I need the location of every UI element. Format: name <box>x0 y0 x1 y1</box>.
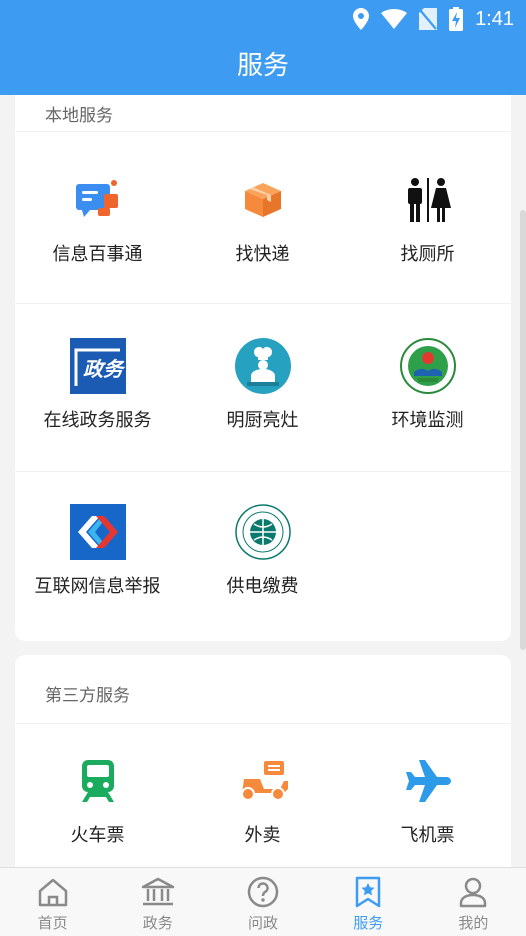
chat-bubbles-icon <box>70 172 126 228</box>
section-title-local: 本地服务 <box>45 106 113 126</box>
service-label: 在线政务服务 <box>43 410 152 431</box>
svg-text:政务: 政务 <box>83 357 126 381</box>
internet-report-icon <box>69 504 126 560</box>
divider <box>15 471 511 472</box>
home-icon <box>37 876 69 908</box>
status-time: 1:41 <box>475 7 514 30</box>
service-find-toilet[interactable]: 找厕所 <box>345 172 510 266</box>
service-internet-report[interactable]: 互联网信息举报 <box>15 504 180 598</box>
local-services-card: 本地服务 信息百事通 找快递 找厕所 政务 在线政务服务 明厨亮灶 环境监测 互… <box>15 95 511 641</box>
environment-emblem-icon <box>399 338 456 394</box>
page-title: 服务 <box>236 51 289 81</box>
service-plane-ticket[interactable]: 飞机票 <box>345 753 510 847</box>
airplane-icon <box>400 753 456 809</box>
scrollbar[interactable] <box>520 210 526 650</box>
tab-inquiry[interactable]: 问政 <box>210 868 315 936</box>
divider <box>15 723 511 724</box>
scooter-delivery-icon <box>235 753 291 809</box>
restroom-icon <box>400 172 456 228</box>
third-party-services-card: 第三方服务 火车票 外卖 飞机票 <box>15 655 511 867</box>
tab-label: 首页 <box>37 914 68 932</box>
government-building-icon <box>141 876 175 908</box>
tab-label: 政务 <box>142 914 173 932</box>
service-label: 互联网信息举报 <box>34 576 161 597</box>
battery-charging-icon <box>449 7 464 31</box>
service-bright-kitchen[interactable]: 明厨亮灶 <box>180 338 345 432</box>
chef-icon <box>234 338 291 394</box>
location-icon <box>353 8 370 30</box>
service-online-government[interactable]: 政务 在线政务服务 <box>15 338 180 432</box>
service-label: 供电缴费 <box>226 576 299 597</box>
tab-label: 服务 <box>353 914 384 932</box>
status-bar: 1:41 <box>0 0 526 38</box>
service-label: 明厨亮灶 <box>226 410 299 431</box>
service-takeout[interactable]: 外卖 <box>180 753 345 847</box>
tab-label: 问政 <box>248 914 279 932</box>
service-environment-monitoring[interactable]: 环境监测 <box>345 338 510 432</box>
wifi-icon <box>381 9 408 29</box>
service-label: 飞机票 <box>400 825 455 846</box>
service-label: 信息百事通 <box>52 244 143 265</box>
header: 服务 <box>0 38 526 95</box>
bookmark-star-icon <box>354 876 382 908</box>
service-train-ticket[interactable]: 火车票 <box>15 753 180 847</box>
government-affairs-icon: 政务 <box>69 338 126 394</box>
tab-label: 我的 <box>458 914 489 932</box>
user-icon <box>458 876 488 908</box>
services-scroll-area[interactable]: 本地服务 信息百事通 找快递 找厕所 政务 在线政务服务 明厨亮灶 环境监测 互… <box>0 95 526 867</box>
divider <box>15 131 511 132</box>
service-info-baishitong[interactable]: 信息百事通 <box>15 172 180 266</box>
section-title-third-party: 第三方服务 <box>45 686 130 706</box>
service-label: 环境监测 <box>391 410 464 431</box>
state-grid-logo-icon <box>234 504 291 560</box>
tab-services[interactable]: 服务 <box>316 868 421 936</box>
service-label: 找厕所 <box>400 244 455 265</box>
divider <box>15 303 511 304</box>
no-sim-icon <box>419 8 438 30</box>
service-find-express[interactable]: 找快递 <box>180 172 345 266</box>
tab-mine[interactable]: 我的 <box>421 868 526 936</box>
package-box-icon <box>235 172 291 228</box>
service-electricity-payment[interactable]: 供电缴费 <box>180 504 345 598</box>
tab-government[interactable]: 政务 <box>105 868 210 936</box>
train-icon <box>70 753 126 809</box>
bottom-tab-bar: 首页 政务 问政 服务 我的 <box>0 867 526 936</box>
service-label: 火车票 <box>70 825 125 846</box>
question-icon <box>247 876 279 908</box>
service-label: 找快递 <box>235 244 290 265</box>
tab-home[interactable]: 首页 <box>0 868 105 936</box>
service-label: 外卖 <box>244 825 281 846</box>
